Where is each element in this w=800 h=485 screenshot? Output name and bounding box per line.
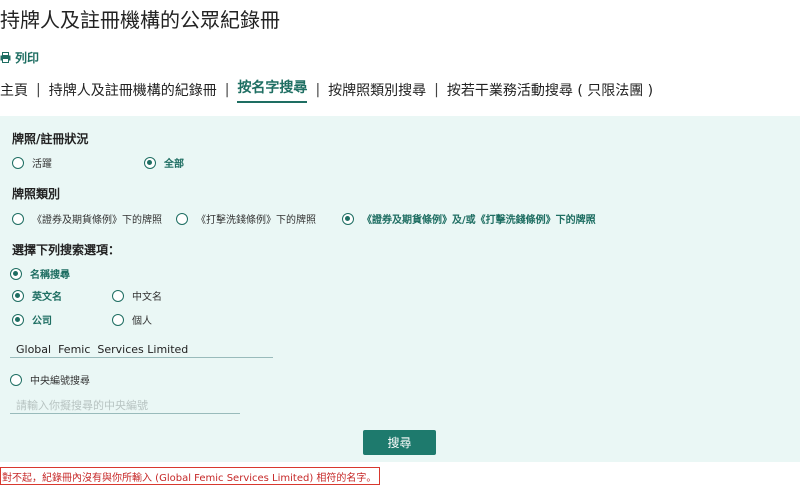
- radio-selected-icon: [12, 313, 24, 326]
- english-name-label: 英文名: [32, 292, 62, 303]
- radio-icon: [12, 156, 24, 169]
- status-active-radio[interactable]: 活躍: [12, 155, 52, 170]
- ce-search-label: 中央編號搜尋: [30, 376, 90, 387]
- print-label: 列印: [15, 51, 40, 65]
- chinese-name-radio[interactable]: 中文名: [112, 288, 162, 303]
- radio-icon: [112, 313, 124, 326]
- status-all-radio[interactable]: 全部: [144, 155, 184, 170]
- no-results-message: 對不起，紀錄冊內沒有與你所輸入 (Global Femic Services L…: [0, 467, 381, 485]
- status-all-label: 全部: [164, 159, 184, 170]
- nav-register[interactable]: 持牌人及註冊機構的紀錄冊: [49, 80, 217, 100]
- chinese-name-label: 中文名: [132, 292, 162, 303]
- name-search-label: 名稱搜尋: [30, 270, 70, 281]
- name-search-input[interactable]: [10, 342, 273, 358]
- printer-icon: [0, 52, 11, 63]
- ce-search-radio[interactable]: 中央編號搜尋: [10, 372, 90, 387]
- name-search-radio[interactable]: 名稱搜尋: [10, 266, 70, 281]
- radio-selected-icon: [10, 267, 22, 280]
- license-type-label: 牌照類別: [12, 187, 61, 201]
- license-type-amlo-radio[interactable]: 《打擊洗錢條例》下的牌照: [176, 211, 316, 226]
- radio-icon: [112, 289, 124, 302]
- search-options-label: 選擇下列搜索選項：: [12, 243, 121, 257]
- individual-radio[interactable]: 個人: [112, 312, 152, 327]
- license-type-sfo-label: 《證券及期貨條例》下的牌照: [32, 215, 162, 226]
- license-type-amlo-label: 《打擊洗錢條例》下的牌照: [196, 215, 316, 226]
- radio-selected-icon: [144, 156, 156, 169]
- company-radio[interactable]: 公司: [12, 312, 52, 327]
- page-title: 持牌人及註冊機構的公眾紀錄冊: [0, 8, 280, 32]
- radio-icon: [10, 373, 22, 386]
- nav-separator: |: [224, 82, 230, 98]
- search-button[interactable]: 搜尋: [363, 430, 436, 455]
- company-label: 公司: [32, 316, 52, 327]
- ce-number-input[interactable]: [10, 398, 240, 414]
- status-active-label: 活躍: [32, 159, 52, 170]
- license-type-sfo-radio[interactable]: 《證券及期貨條例》下的牌照: [12, 211, 162, 226]
- radio-icon: [176, 212, 188, 225]
- license-status-label: 牌照/註冊狀況: [12, 132, 89, 146]
- radio-icon: [12, 212, 24, 225]
- nav-search-by-name[interactable]: 按名字搜尋: [237, 77, 308, 103]
- english-name-radio[interactable]: 英文名: [12, 288, 62, 303]
- nav-separator: |: [315, 82, 321, 98]
- radio-selected-icon: [12, 289, 24, 302]
- license-type-both-label: 《證券及期貨條例》及/或《打擊洗錢條例》下的牌照: [362, 215, 596, 226]
- nav-separator: |: [36, 82, 41, 98]
- nav-home[interactable]: 主頁: [0, 80, 28, 100]
- license-type-both-radio[interactable]: 《證券及期貨條例》及/或《打擊洗錢條例》下的牌照: [342, 211, 596, 226]
- radio-selected-icon: [342, 212, 354, 225]
- nav-separator: |: [434, 82, 439, 98]
- individual-label: 個人: [132, 316, 152, 327]
- nav-search-by-license-type[interactable]: 按牌照類別搜尋: [328, 80, 426, 100]
- print-link[interactable]: 列印: [0, 49, 39, 66]
- breadcrumb-nav: 主頁 | 持牌人及註冊機構的紀錄冊 | 按名字搜尋 | 按牌照類別搜尋 | 按若…: [0, 77, 653, 103]
- nav-search-by-activity[interactable]: 按若干業務活動搜尋 ( 只限法團 ): [447, 80, 653, 100]
